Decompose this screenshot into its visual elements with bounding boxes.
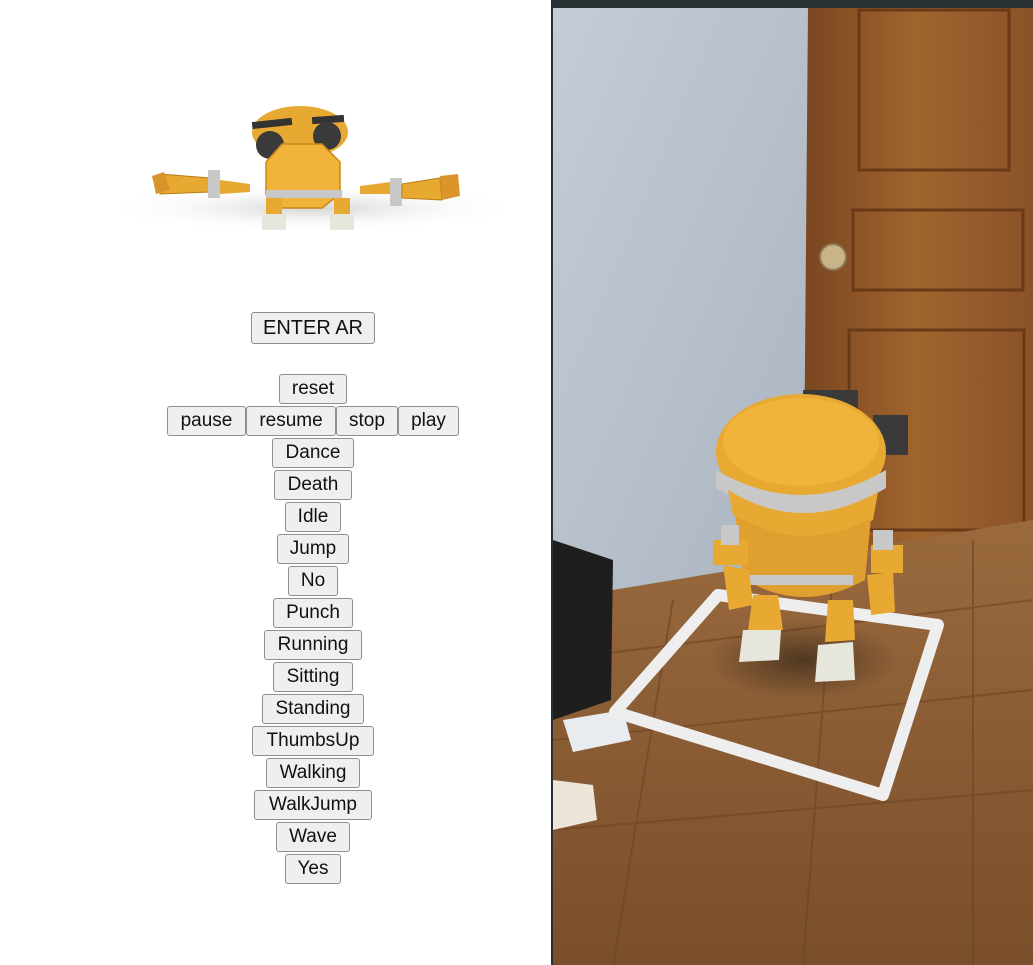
animation-wave-button[interactable]: Wave xyxy=(276,822,350,852)
pause-button[interactable]: pause xyxy=(167,406,246,436)
model-viewer-pane: ENTER AR reset pause resume stop play Da… xyxy=(0,0,551,965)
animation-walkjump-button[interactable]: WalkJump xyxy=(254,790,372,820)
enter-ar-button[interactable]: ENTER AR xyxy=(251,312,375,344)
reset-button[interactable]: reset xyxy=(279,374,347,404)
box-left xyxy=(553,540,613,720)
play-button[interactable]: play xyxy=(398,406,459,436)
animation-death-button[interactable]: Death xyxy=(274,470,352,500)
animation-dance-button[interactable]: Dance xyxy=(272,438,354,468)
animation-walking-button[interactable]: Walking xyxy=(266,758,360,788)
animation-yes-button[interactable]: Yes xyxy=(285,854,341,884)
animation-idle-button[interactable]: Idle xyxy=(285,502,341,532)
ar-camera-view[interactable] xyxy=(553,0,1033,965)
stop-button[interactable]: stop xyxy=(336,406,398,436)
robot-model-preview[interactable] xyxy=(90,90,520,260)
animation-running-button[interactable]: Running xyxy=(264,630,362,660)
animation-jump-button[interactable]: Jump xyxy=(277,534,349,564)
animation-no-button[interactable]: No xyxy=(288,566,338,596)
door-knob xyxy=(819,243,847,271)
ar-scene xyxy=(553,0,1033,965)
animation-punch-button[interactable]: Punch xyxy=(273,598,353,628)
animation-standing-button[interactable]: Standing xyxy=(262,694,364,724)
resume-button[interactable]: resume xyxy=(246,406,336,436)
animation-thumbsup-button[interactable]: ThumbsUp xyxy=(252,726,374,756)
animation-sitting-button[interactable]: Sitting xyxy=(273,662,353,692)
